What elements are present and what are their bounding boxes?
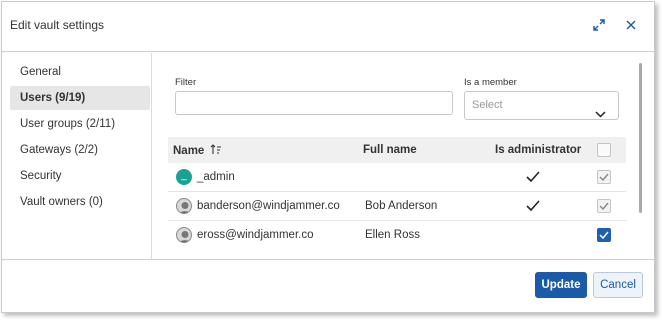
user-full-name: Ellen Ross — [365, 229, 420, 241]
filter-label: Filter — [175, 77, 197, 88]
sort-ascending-icon[interactable] — [210, 144, 222, 158]
member-checkbox — [597, 199, 611, 213]
sidebar-item-user-groups[interactable]: User groups (2/11) — [10, 112, 150, 136]
avatar: _ — [176, 169, 192, 185]
column-header-name[interactable]: Name — [173, 144, 222, 158]
users-table-header: Name Full name Is administrator — [168, 137, 626, 163]
dialog-footer: Update Cancel — [2, 259, 654, 312]
column-name-label: Name — [173, 145, 205, 157]
is-a-member-select[interactable]: Select — [464, 91, 619, 120]
users-panel: Filter Is a member Select Name Full name… — [153, 53, 656, 259]
close-icon[interactable] — [622, 16, 640, 34]
dialog-title: Edit vault settings — [10, 18, 105, 32]
user-name: _admin — [197, 171, 235, 183]
select-all-checkbox[interactable] — [597, 143, 611, 157]
vertical-scrollbar[interactable] — [639, 63, 642, 213]
is-a-member-selected-value: Select — [472, 99, 503, 111]
checkmark-icon — [526, 171, 540, 186]
avatar — [176, 227, 192, 243]
user-name: banderson@windjammer.co — [197, 200, 340, 212]
user-name: eross@windjammer.co — [197, 229, 314, 241]
column-header-full-name[interactable]: Full name — [363, 144, 417, 156]
sidebar-item-general[interactable]: General — [10, 60, 150, 84]
table-row: eross@windjammer.co Ellen Ross — [168, 221, 626, 250]
sidebar-item-users[interactable]: Users (9/19) — [10, 86, 150, 110]
sidebar-item-vault-owners[interactable]: Vault owners (0) — [10, 190, 150, 214]
table-row: banderson@windjammer.co Bob Anderson — [168, 192, 626, 221]
avatar — [176, 198, 192, 214]
chevron-down-icon — [595, 102, 606, 129]
member-checkbox — [597, 170, 611, 184]
sidebar-item-security[interactable]: Security — [10, 164, 150, 188]
settings-sidebar: General Users (9/19) User groups (2/11) … — [2, 53, 152, 259]
is-a-member-label: Is a member — [464, 77, 517, 88]
checkmark-icon — [526, 200, 540, 215]
user-full-name: Bob Anderson — [365, 200, 438, 212]
dialog-header: Edit vault settings — [2, 2, 654, 52]
filter-input[interactable] — [175, 91, 453, 115]
sidebar-item-gateways[interactable]: Gateways (2/2) — [10, 138, 150, 162]
table-row: _ _admin — [168, 163, 626, 192]
expand-icon[interactable] — [590, 16, 608, 34]
cancel-button[interactable]: Cancel — [593, 272, 643, 298]
member-checkbox[interactable] — [597, 228, 611, 242]
column-header-is-administrator[interactable]: Is administrator — [495, 144, 581, 156]
update-button[interactable]: Update — [535, 272, 587, 298]
edit-vault-settings-dialog: Edit vault settings General Users (9/19)… — [1, 1, 655, 313]
